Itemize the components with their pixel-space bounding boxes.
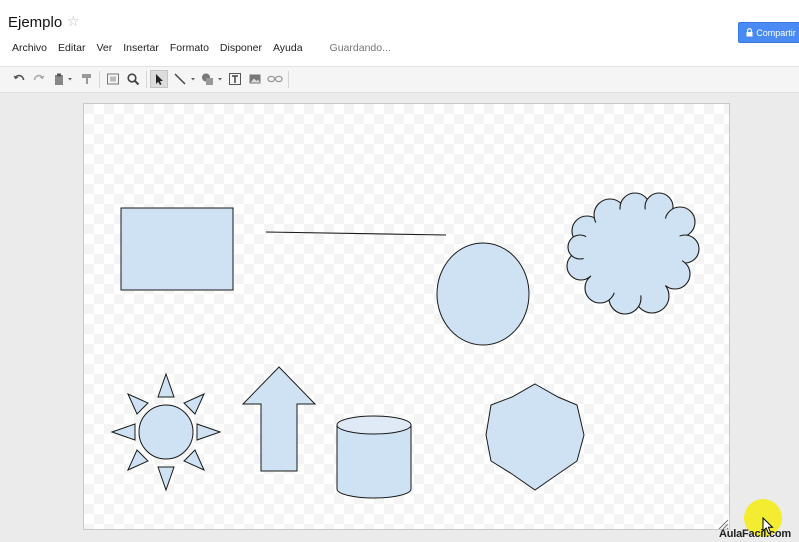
menu-ayuda[interactable]: Ayuda	[273, 42, 303, 54]
link-icon[interactable]	[266, 70, 284, 88]
share-button[interactable]: Compartir	[738, 22, 799, 43]
menu-editar[interactable]: Editar	[58, 42, 85, 54]
zoom-icon[interactable]	[124, 70, 142, 88]
menu-bar: Archivo Editar Ver Insertar Formato Disp…	[12, 42, 391, 54]
shape-icon[interactable]	[199, 70, 225, 88]
ellipse-shape[interactable]	[436, 242, 530, 346]
menu-archivo[interactable]: Archivo	[12, 42, 47, 54]
paint-format-icon[interactable]	[78, 70, 96, 88]
rectangle-shape[interactable]	[120, 207, 234, 291]
fit-icon[interactable]	[104, 70, 122, 88]
undo-icon[interactable]	[10, 70, 28, 88]
toolbar	[0, 67, 799, 93]
menu-ver[interactable]: Ver	[96, 42, 112, 54]
lock-icon	[746, 28, 753, 37]
redo-icon[interactable]	[30, 70, 48, 88]
textbox-icon[interactable]	[226, 70, 244, 88]
aulafacil-logo: AulaFacil.com	[719, 528, 791, 540]
cylinder-shape[interactable]	[336, 415, 412, 499]
line-icon[interactable]	[172, 70, 198, 88]
drawing-surface	[84, 104, 729, 529]
paste-icon[interactable]	[50, 70, 76, 88]
menu-insertar[interactable]: Insertar	[123, 42, 159, 54]
drawing-canvas[interactable]	[83, 103, 730, 530]
top-bar: Ejemplo ☆ Archivo Editar Ver Insertar Fo…	[0, 0, 799, 67]
menu-formato[interactable]: Formato	[170, 42, 209, 54]
star-icon[interactable]: ☆	[67, 13, 80, 30]
share-label: Compartir	[756, 27, 796, 38]
select-icon[interactable]	[150, 70, 168, 88]
image-icon[interactable]	[246, 70, 264, 88]
menu-disponer[interactable]: Disponer	[220, 42, 262, 54]
save-status: Guardando...	[329, 42, 391, 54]
document-title[interactable]: Ejemplo	[8, 14, 62, 31]
